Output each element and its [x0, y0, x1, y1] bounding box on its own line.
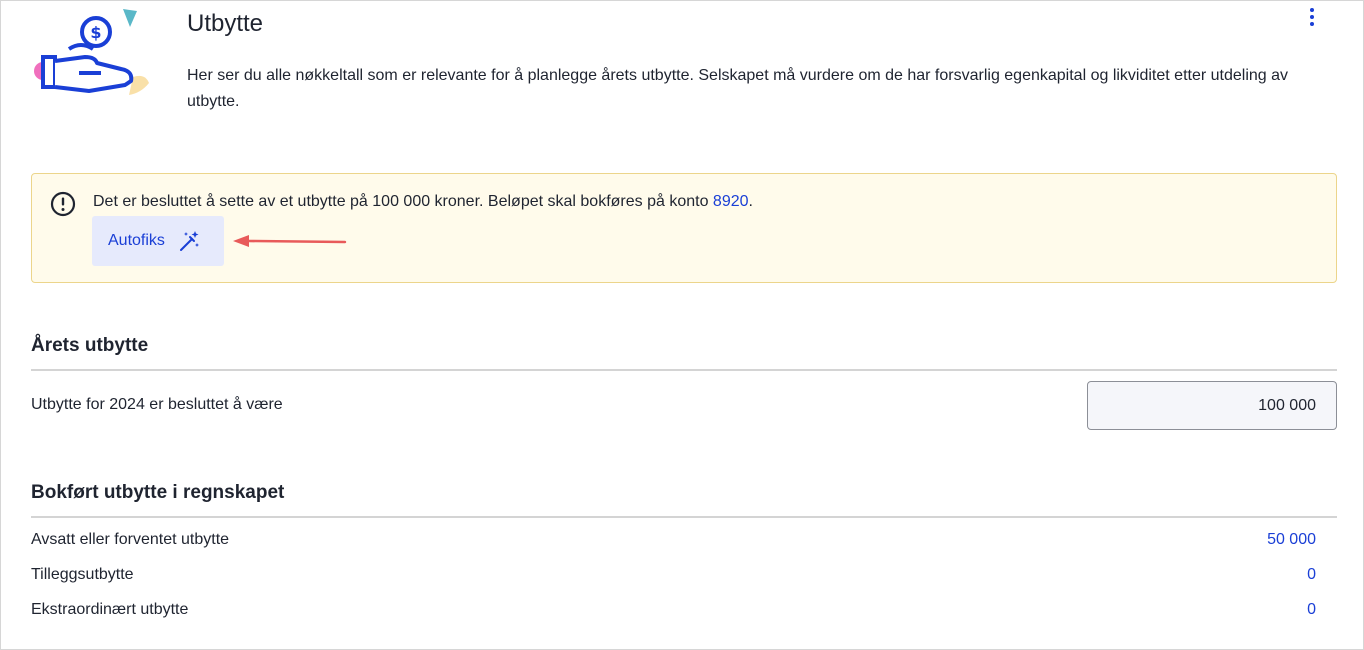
svg-text:$: $ [90, 23, 101, 42]
autofix-button[interactable]: Autofiks [92, 216, 224, 266]
autofix-label: Autofiks [108, 232, 165, 249]
more-options-button[interactable] [1301, 5, 1323, 29]
section-divider [31, 369, 1337, 371]
page-title: Utbytte [187, 10, 264, 37]
exclamation-circle-icon [50, 191, 76, 217]
more-vertical-icon [1310, 8, 1314, 12]
annotation-arrow [233, 235, 347, 247]
alert-message: Det er besluttet å sette av et utbytte p… [93, 193, 753, 210]
page-description: Her ser du alle nøkkeltall som er releva… [187, 67, 1289, 110]
section-title-bokfort-utbytte: Bokført utbytte i regnskapet [31, 482, 285, 503]
row-value-avsatt[interactable]: 50 000 [1267, 531, 1316, 549]
section-divider [31, 516, 1337, 518]
dividend-amount-input[interactable] [1087, 381, 1337, 430]
row-label-avsatt: Avsatt eller forventet utbytte [31, 531, 230, 548]
account-link[interactable]: 8920 [713, 193, 749, 210]
info-alert: Det er besluttet å sette av et utbytte p… [31, 173, 1337, 283]
row-value-ekstraordinaert[interactable]: 0 [1307, 601, 1316, 619]
dividend-decided-label: Utbytte for 2024 er besluttet å være [31, 396, 283, 413]
magic-wand-icon [179, 231, 199, 251]
dividend-panel: $ Utbytte Her ser du alle nøkkeltall som… [0, 0, 1364, 650]
dividend-illustration: $ [34, 9, 149, 95]
row-label-ekstraordinaert: Ekstraordinært utbytte [31, 601, 189, 618]
row-label-tilleggsutbytte: Tilleggsutbytte [31, 566, 134, 583]
section-title-arets-utbytte: Årets utbytte [31, 335, 149, 356]
row-value-tilleggsutbytte[interactable]: 0 [1307, 566, 1316, 584]
